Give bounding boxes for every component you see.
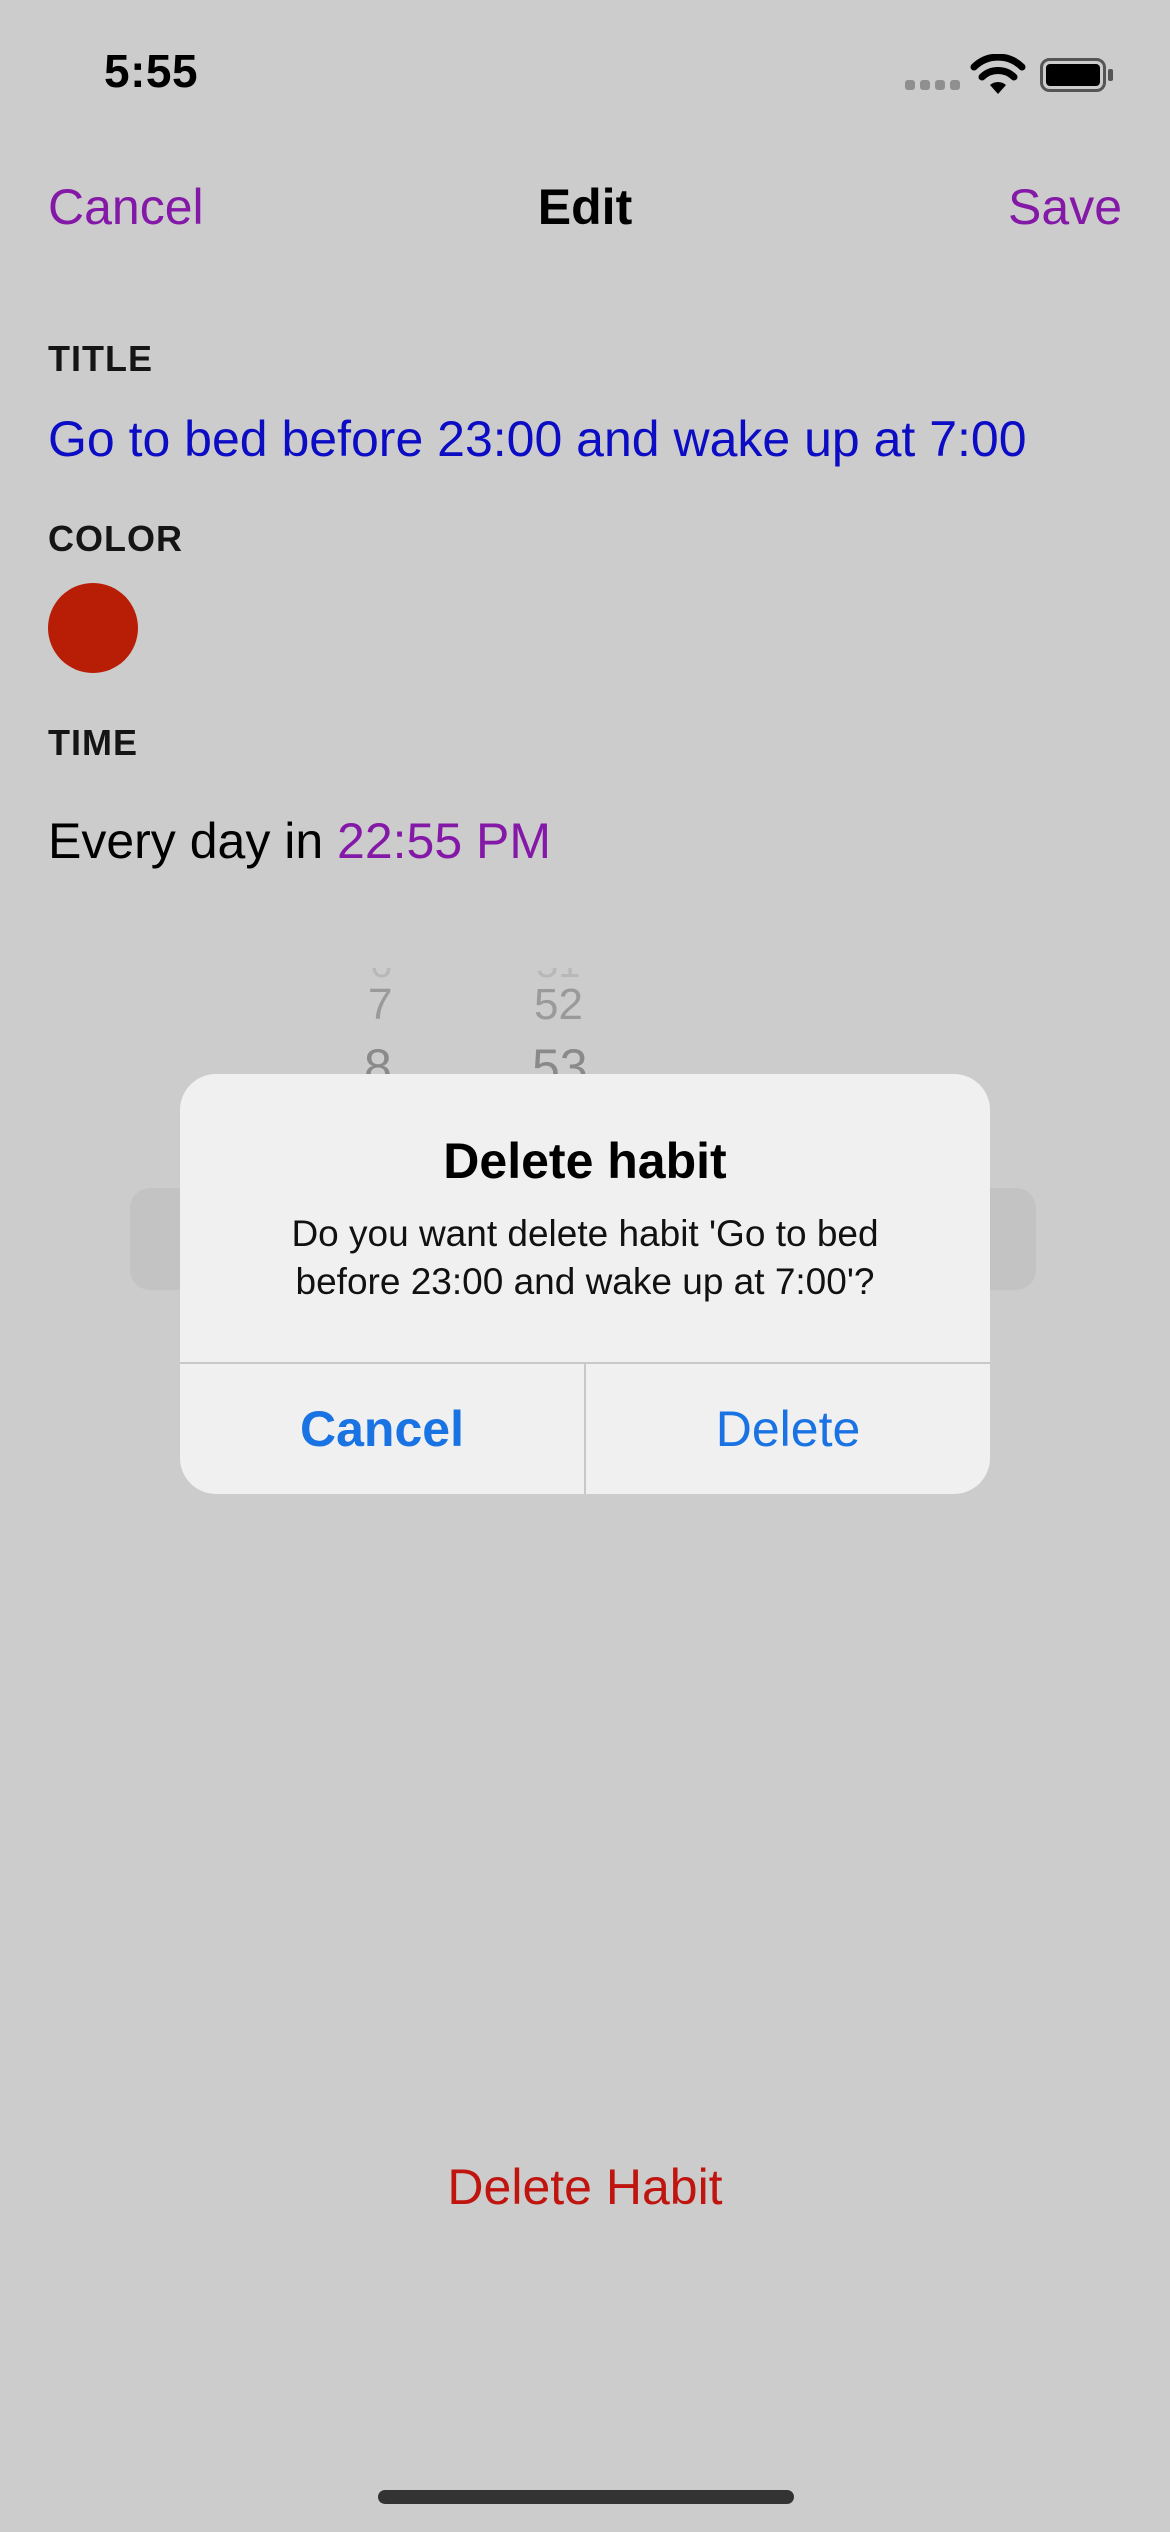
color-swatch[interactable] [48,583,138,673]
delete-habit-button[interactable]: Delete Habit [0,2158,1170,2216]
battery-icon [1040,58,1114,92]
alert-cancel-button[interactable]: Cancel [180,1364,584,1494]
delete-habit-alert: Delete habit Do you want delete habit 'G… [180,1074,990,1494]
time-picker[interactable]: 6 51 7 52 8 53 [350,968,630,1078]
picker-minute: 53 [532,1039,588,1078]
alert-message: Do you want delete habit 'Go to bed befo… [291,1213,879,1302]
status-time: 5:55 [104,45,199,97]
picker-hour: 8 [364,1039,392,1078]
time-prefix: Every day in [48,813,324,869]
time-summary: Every day in 22:55 PM [48,812,551,870]
time-section-label: TIME [48,722,138,763]
color-section-label: COLOR [48,518,183,559]
home-indicator [378,2490,794,2504]
time-value[interactable]: 22:55 PM [337,813,551,869]
alert-title: Delete habit [443,1133,727,1189]
picker-minute: 52 [534,980,583,1029]
title-section-label: TITLE [48,338,153,379]
signal-icon [905,80,961,90]
title-field[interactable]: Go to bed before 23:00 and wake up at 7:… [48,410,1027,468]
wifi-icon [970,53,1026,96]
cancel-button[interactable]: Cancel [48,178,204,236]
picker-hour: 7 [368,980,393,1029]
alert-delete-button[interactable]: Delete [586,1364,990,1494]
save-button[interactable]: Save [1008,178,1122,236]
